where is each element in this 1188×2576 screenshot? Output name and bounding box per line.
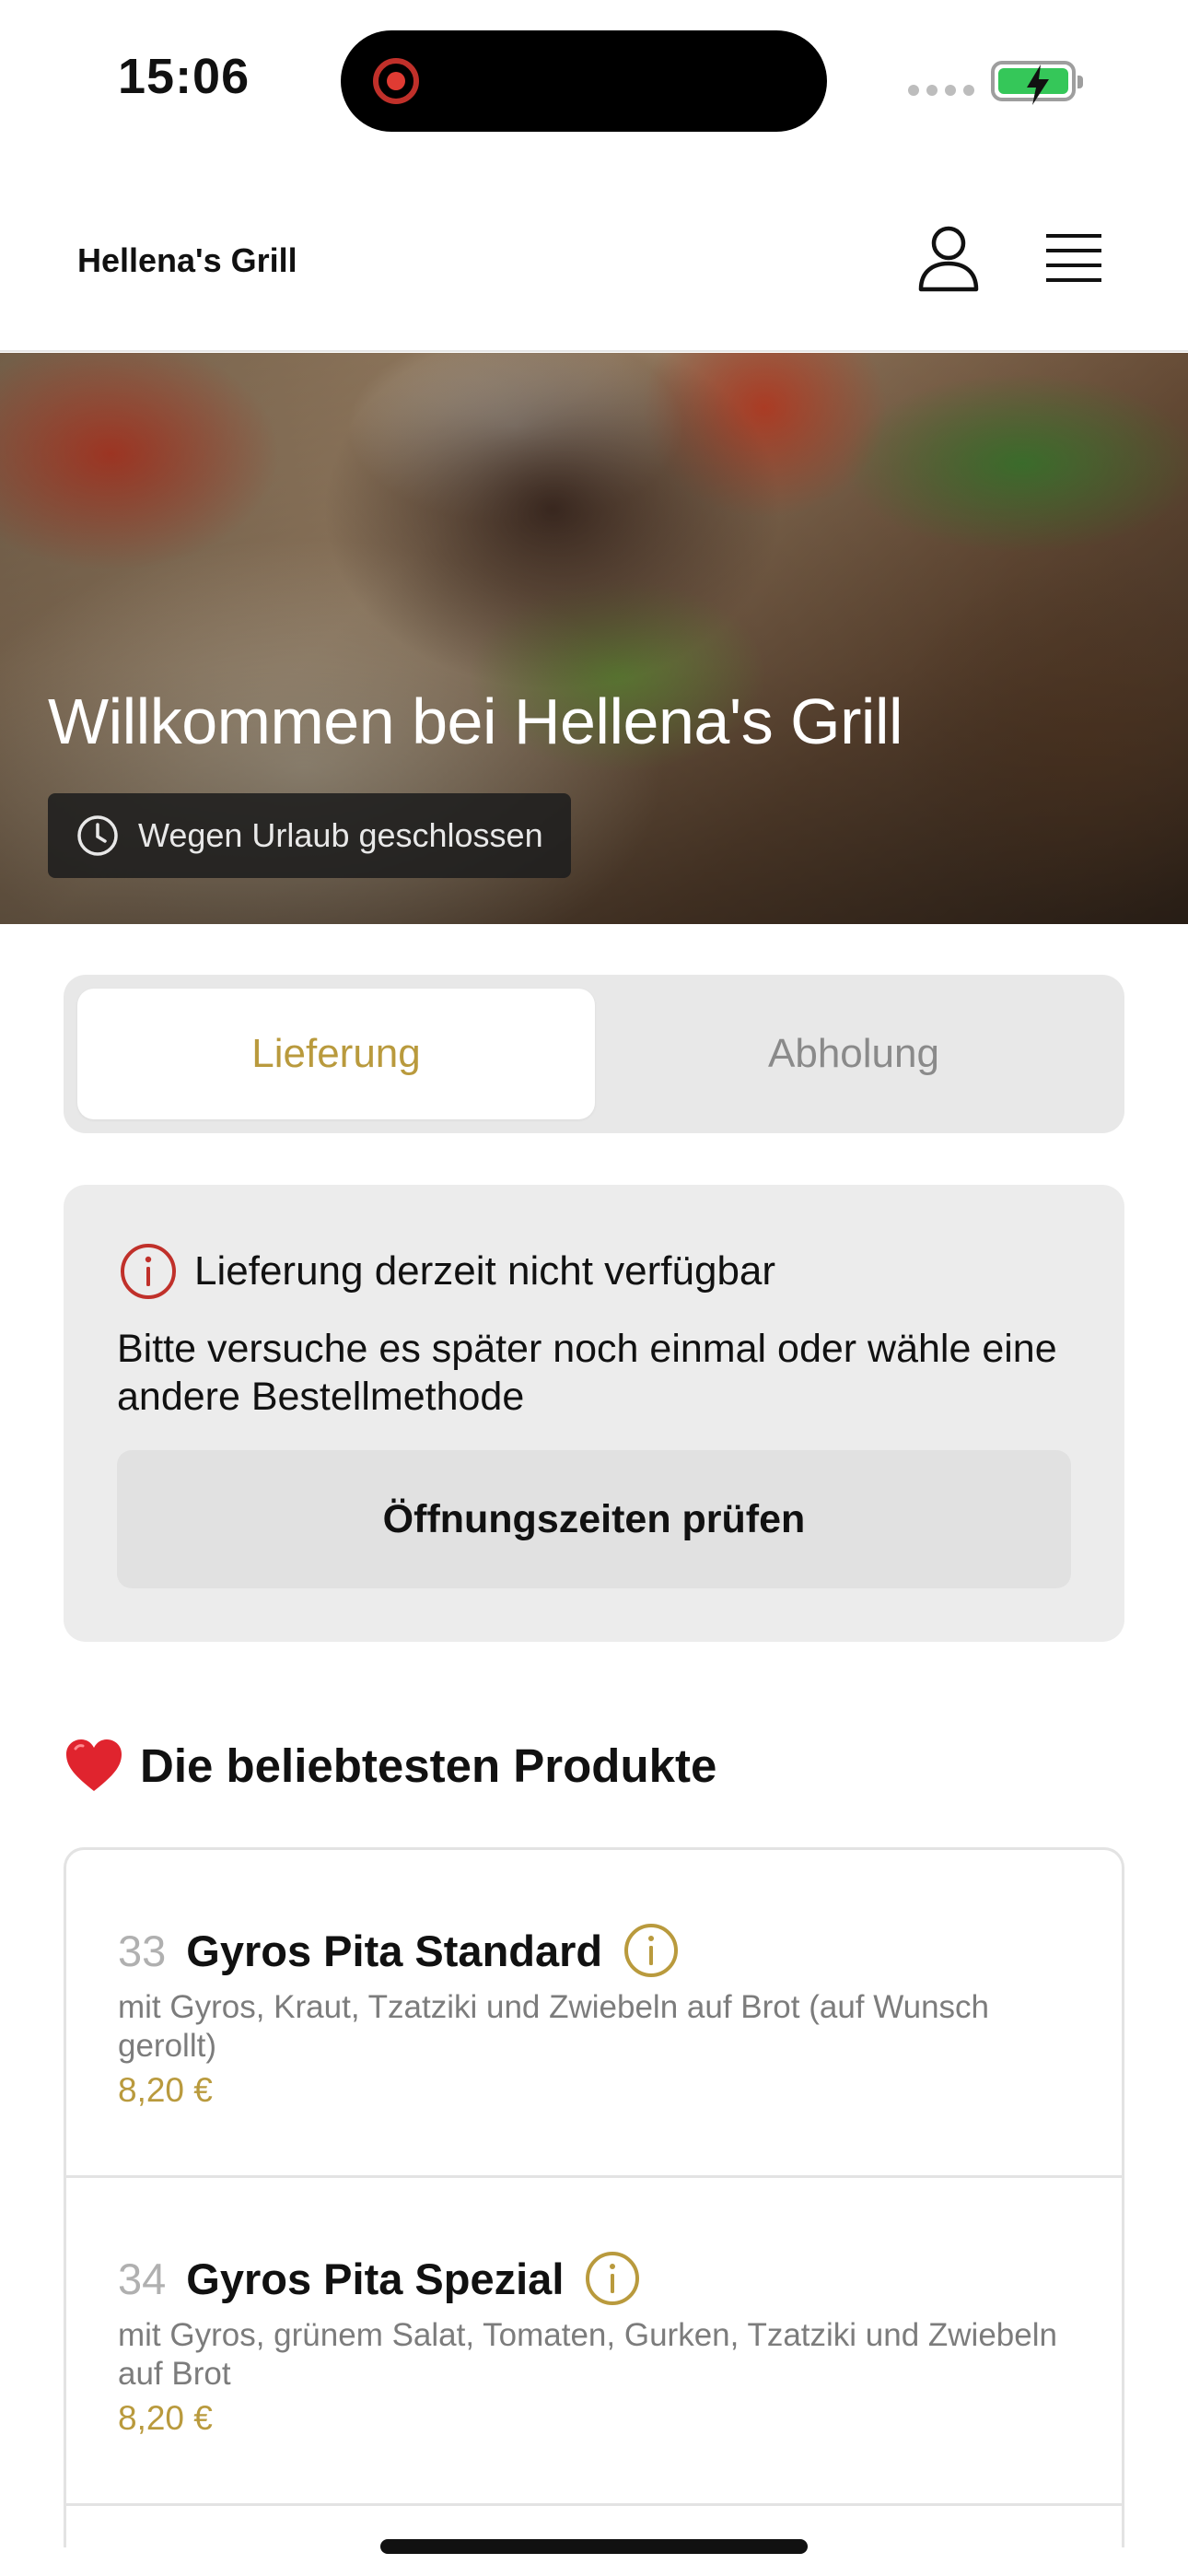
dynamic-island — [341, 30, 827, 132]
status-badge: Wegen Urlaub geschlossen — [48, 793, 571, 878]
product-number: 33 — [118, 1926, 167, 1975]
clock-icon — [77, 815, 118, 856]
product-name: Gyros Pita Standard — [186, 1926, 603, 1975]
product-list: 33 Gyros Pita Standard mit Gyros, Kraut,… — [64, 1847, 1124, 2547]
notice-title: Lieferung derzeit nicht verfügbar — [194, 1248, 776, 1294]
hamburger-menu-icon — [1046, 234, 1101, 282]
product-price: 8,20 € — [118, 2399, 213, 2437]
product-item[interactable]: 34 Gyros Pita Spezial mit Gyros, grünem … — [66, 2178, 1122, 2506]
charging-bolt-icon — [1027, 64, 1049, 105]
heart-icon — [66, 1739, 122, 1791]
hero-banner: Willkommen bei Hellena's Grill Wegen Url… — [0, 353, 1188, 924]
info-icon[interactable] — [623, 1922, 680, 1979]
product-description: mit Gyros, Kraut, Tzatziki und Zwiebeln … — [118, 1989, 990, 2064]
brand-name[interactable]: Hellena's Grill — [77, 241, 297, 280]
product-price: 8,20 € — [118, 2071, 213, 2109]
delivery-unavailable-notice: Lieferung derzeit nicht verfügbar Bitte … — [64, 1185, 1124, 1642]
user-icon — [918, 226, 979, 292]
home-indicator[interactable] — [380, 2539, 808, 2554]
screen-recording-icon — [373, 58, 419, 104]
product-name: Gyros Pita Spezial — [186, 2254, 565, 2303]
tab-delivery[interactable]: Lieferung — [77, 989, 595, 1119]
battery-icon — [991, 61, 1083, 105]
info-circle-icon — [121, 1244, 176, 1299]
status-time: 15:06 — [118, 49, 250, 104]
product-number: 34 — [118, 2254, 167, 2303]
tab-pickup[interactable]: Abholung — [595, 989, 1112, 1119]
popular-products-heading: Die beliebtesten Produkte — [64, 1738, 716, 1793]
menu-button[interactable] — [1041, 230, 1107, 286]
status-bar: 15:06 — [0, 0, 1188, 166]
notice-body: Bitte versuche es später noch einmal ode… — [117, 1327, 1057, 1419]
product-description: mit Gyros, grünem Salat, Tomaten, Gurken… — [118, 2317, 1057, 2392]
app-header: Hellena's Grill — [0, 193, 1188, 352]
info-icon[interactable] — [584, 2250, 641, 2307]
status-badge-label: Wegen Urlaub geschlossen — [138, 816, 543, 854]
order-method-switch: Lieferung Abholung — [64, 975, 1124, 1133]
product-item[interactable]: 33 Gyros Pita Standard mit Gyros, Kraut,… — [66, 1850, 1122, 2178]
cellular-signal-icon — [908, 85, 974, 96]
hero-title: Willkommen bei Hellena's Grill — [48, 685, 903, 757]
account-button[interactable] — [914, 223, 984, 293]
check-opening-hours-button[interactable]: Öffnungszeiten prüfen — [117, 1450, 1071, 1588]
section-title: Die beliebtesten Produkte — [140, 1739, 717, 1792]
